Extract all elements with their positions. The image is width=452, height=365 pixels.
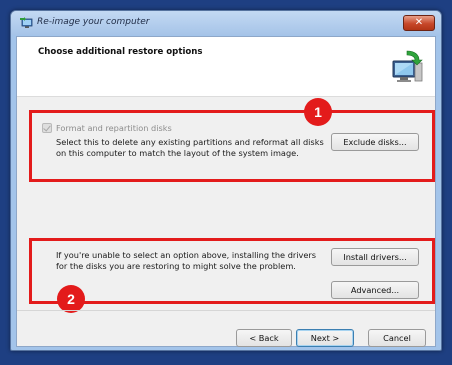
- reimage-dialog-window: Re-image your computer ✕ Choose addition…: [10, 10, 442, 351]
- reimage-computer-icon: [20, 17, 33, 28]
- dialog-header: Choose additional restore options: [17, 37, 435, 97]
- close-button[interactable]: ✕: [403, 15, 435, 31]
- annotation-badge-1: 1: [304, 98, 332, 126]
- window-title: Re-image your computer: [37, 17, 150, 27]
- format-description-line2: on this computer to match the layout of …: [56, 148, 299, 158]
- format-repartition-checkbox[interactable]: [42, 123, 52, 133]
- drivers-description-line1: If you're unable to select an option abo…: [56, 250, 317, 260]
- drivers-description-line2: for the disks you are restoring to might…: [56, 261, 296, 271]
- exclude-disks-button[interactable]: Exclude disks...: [331, 133, 419, 151]
- title-bar[interactable]: Re-image your computer ✕: [11, 11, 441, 35]
- advanced-button[interactable]: Advanced...: [331, 281, 419, 299]
- format-repartition-label: Format and repartition disks: [56, 123, 172, 133]
- back-button[interactable]: < Back: [236, 329, 292, 347]
- computer-restore-icon: [392, 50, 423, 82]
- next-button[interactable]: Next >: [296, 329, 354, 347]
- dialog-client-area: Choose additional restore options 1 Form…: [16, 36, 436, 347]
- footer-separator: [17, 310, 435, 311]
- install-drivers-button[interactable]: Install drivers...: [331, 248, 419, 266]
- cancel-button[interactable]: Cancel: [368, 329, 426, 347]
- format-description-line1: Select this to delete any existing parti…: [56, 137, 324, 147]
- page-heading: Choose additional restore options: [38, 47, 203, 57]
- annotation-badge-2: 2: [57, 285, 85, 313]
